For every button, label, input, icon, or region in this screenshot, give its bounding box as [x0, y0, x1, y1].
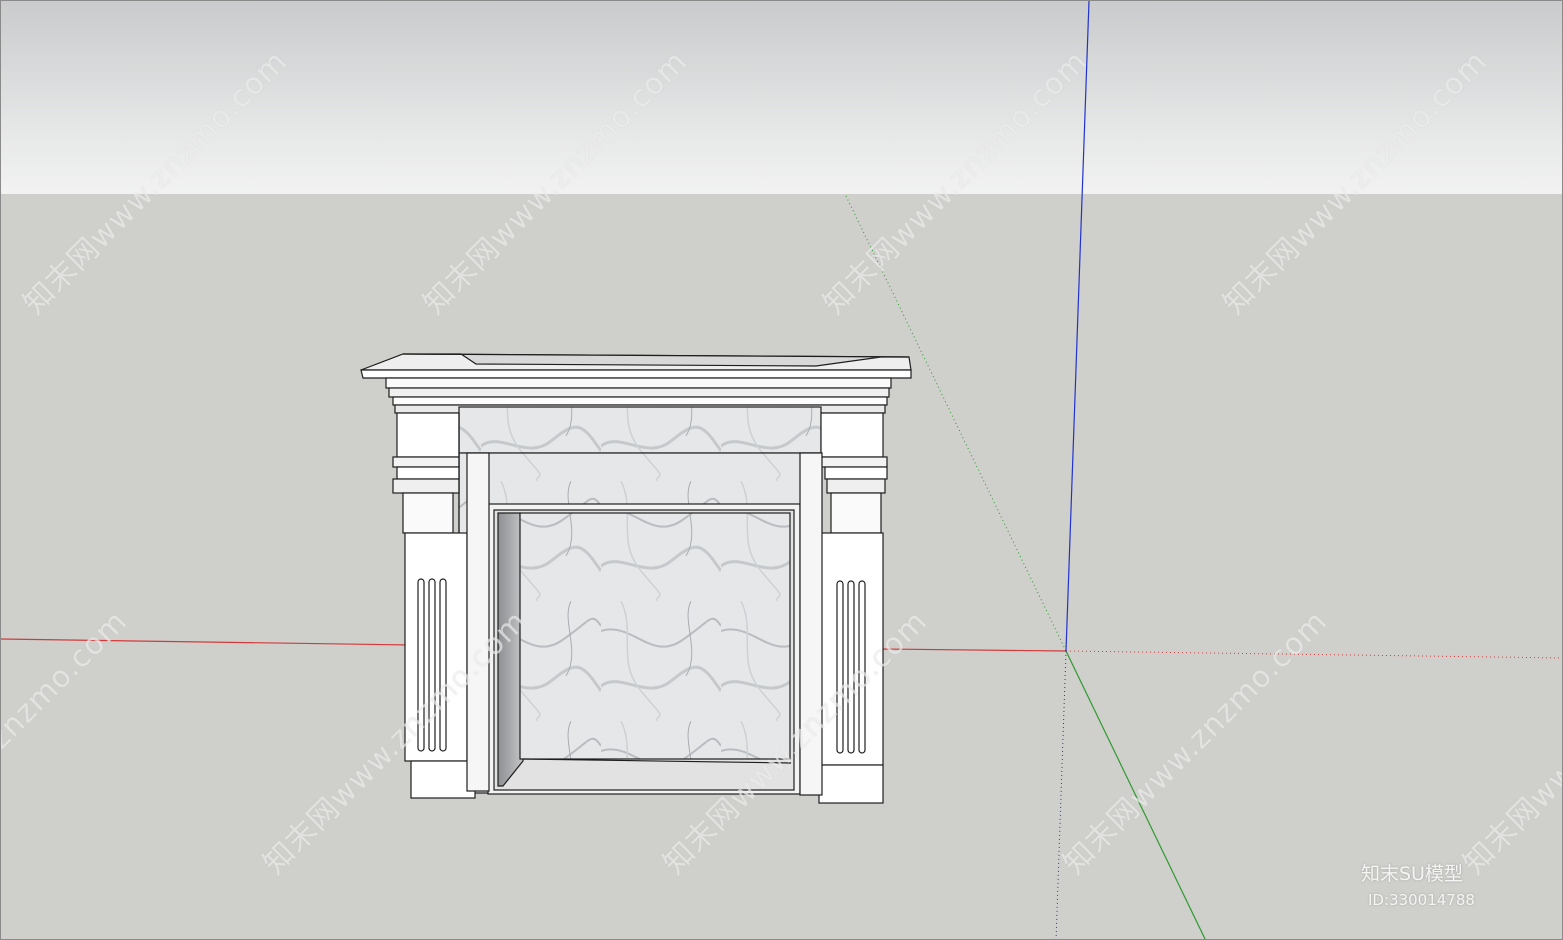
fireplace-model[interactable]	[360, 353, 912, 804]
left-capital-band	[392, 456, 460, 468]
blue-axis	[1065, 1, 1090, 652]
right-capital-band	[820, 456, 888, 468]
right-capital-band-2	[824, 466, 888, 480]
left-corbel	[392, 478, 460, 494]
red-axis-2	[880, 648, 1067, 652]
left-flute-3	[439, 578, 447, 752]
left-flute-1	[417, 578, 425, 752]
frieze-marble	[458, 406, 822, 454]
left-capital	[396, 412, 460, 458]
firebox-reveal	[497, 512, 524, 787]
scene-canvas[interactable]	[1, 1, 1563, 940]
green-axis	[1065, 650, 1206, 939]
blue-axis-dotted	[1055, 650, 1067, 939]
right-flute-1	[836, 580, 844, 754]
left-corbel-2	[402, 492, 454, 534]
left-inner-jamb	[466, 452, 490, 792]
right-capital	[820, 412, 884, 458]
right-flute-3	[858, 580, 866, 754]
right-plinth	[818, 764, 884, 804]
left-capital-band-2	[396, 466, 460, 480]
right-inner-jamb	[799, 452, 823, 796]
mantel-shelf-back	[402, 353, 910, 367]
red-axis	[1, 638, 412, 646]
cornice-band-3	[392, 396, 888, 406]
mantel-shelf-front	[360, 369, 912, 379]
cornice-band	[385, 377, 892, 389]
right-flute-2	[847, 580, 855, 754]
right-corbel	[826, 478, 886, 494]
brand-watermark: 知末SU模型	[1361, 863, 1463, 885]
red-axis-dotted	[1065, 650, 1562, 659]
firebox-back-marble	[519, 512, 791, 760]
left-pilaster-shaft	[404, 532, 468, 762]
model-viewport[interactable]: 知末网www.znzmo.com 知末网www.znzmo.com 知末网www…	[0, 0, 1563, 940]
left-flute-2	[428, 578, 436, 752]
model-id-watermark: ID:330014788	[1368, 891, 1475, 909]
cornice-band-2	[388, 387, 890, 398]
left-plinth	[410, 760, 476, 799]
right-corbel-2	[830, 492, 882, 534]
